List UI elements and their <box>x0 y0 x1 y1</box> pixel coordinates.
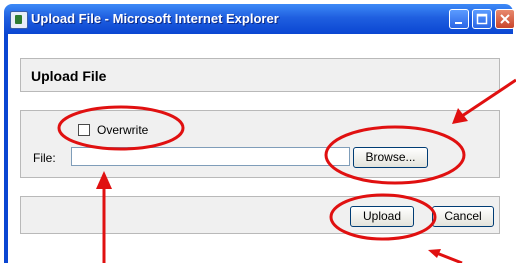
close-icon <box>500 14 510 24</box>
minimize-icon <box>455 22 462 24</box>
close-button[interactable] <box>495 9 515 29</box>
overwrite-checkbox[interactable] <box>78 124 90 136</box>
overwrite-label: Overwrite <box>97 123 149 137</box>
file-panel <box>20 110 500 178</box>
upload-button[interactable]: Upload <box>350 206 414 227</box>
minimize-button[interactable] <box>449 9 469 29</box>
maximize-icon <box>476 13 488 25</box>
file-label: File: <box>33 151 56 165</box>
internet-explorer-icon <box>10 11 28 29</box>
window-title: Upload File - Microsoft Internet Explore… <box>31 11 279 26</box>
title-bar[interactable]: Upload File - Microsoft Internet Explore… <box>4 4 515 34</box>
actions-panel <box>20 196 500 234</box>
header-panel: Upload File <box>20 58 500 92</box>
page-title: Upload File <box>31 68 107 84</box>
cancel-button[interactable]: Cancel <box>432 206 494 227</box>
maximize-button[interactable] <box>472 9 492 29</box>
browser-window: Upload File - Microsoft Internet Explore… <box>0 0 516 263</box>
browse-button[interactable]: Browse... <box>353 147 428 168</box>
file-path-input[interactable] <box>71 147 350 166</box>
